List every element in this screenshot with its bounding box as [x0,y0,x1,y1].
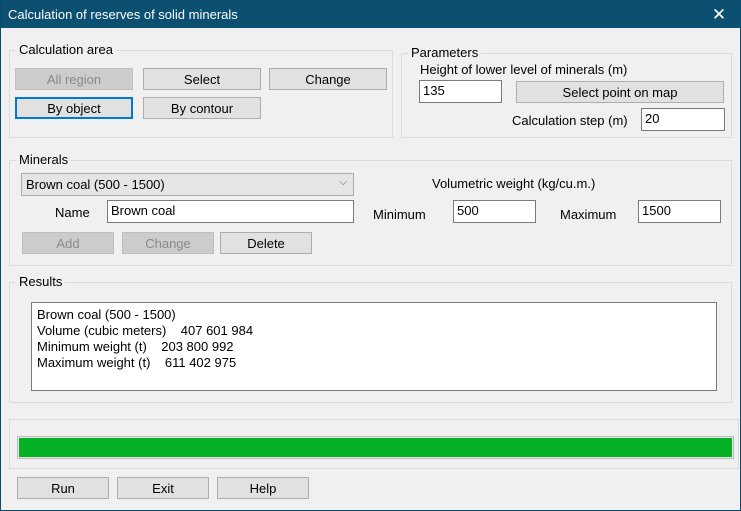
all-region-button[interactable]: All region [15,68,133,90]
run-button[interactable]: Run [17,477,109,499]
title-bar: Calculation of reserves of solid mineral… [1,1,741,28]
maximum-label: Maximum [560,207,617,222]
calculation-area-group: Calculation area [9,42,393,138]
chevron-down-icon: ⌵ [339,177,347,188]
results-textbox[interactable]: Brown coal (500 - 1500) Volume (cubic me… [31,302,717,391]
mineral-select[interactable]: Brown coal (500 - 1500) ⌵ [21,173,354,196]
progress-fill [19,438,732,457]
result-line-min-weight: Minimum weight (t) 203 800 992 [37,339,234,354]
result-line-mineral: Brown coal (500 - 1500) [37,307,176,322]
mineral-select-value: Brown coal (500 - 1500) [26,177,165,192]
add-mineral-button[interactable]: Add [22,232,114,254]
help-button[interactable]: Help [217,477,309,499]
close-icon[interactable]: ✕ [696,1,741,28]
change-mineral-button[interactable]: Change [122,232,214,254]
result-line-volume: Volume (cubic meters) 407 601 984 [37,323,254,338]
delete-mineral-button[interactable]: Delete [220,232,312,254]
change-area-button[interactable]: Change [269,68,387,90]
minerals-legend: Minerals [16,152,72,167]
volumetric-weight-label: Volumetric weight (kg/cu.m.) [432,176,596,191]
exit-button[interactable]: Exit [117,477,209,499]
select-button[interactable]: Select [143,68,261,90]
calculation-step-input[interactable]: 20 [641,108,725,131]
dialog-window: Calculation of reserves of solid mineral… [0,0,741,511]
height-label: Height of lower level of minerals (m) [420,62,628,77]
parameters-legend: Parameters [408,45,482,60]
maximum-input[interactable]: 1500 [638,200,721,223]
name-input[interactable]: Brown coal [107,200,354,223]
progress-bar [17,436,734,459]
select-point-on-map-button[interactable]: Select point on map [516,81,724,103]
by-object-button[interactable]: By object [15,97,133,119]
calculation-area-legend: Calculation area [16,42,116,57]
height-input[interactable]: 135 [419,80,502,103]
name-label: Name [55,205,90,220]
by-contour-button[interactable]: By contour [143,97,261,119]
minimum-input[interactable]: 500 [453,200,536,223]
results-legend: Results [16,274,66,289]
calculation-step-label: Calculation step (m) [512,113,628,128]
window-title: Calculation of reserves of solid mineral… [8,7,238,22]
minimum-label: Minimum [373,207,426,222]
result-line-max-weight: Maximum weight (t) 611 402 975 [37,355,237,370]
